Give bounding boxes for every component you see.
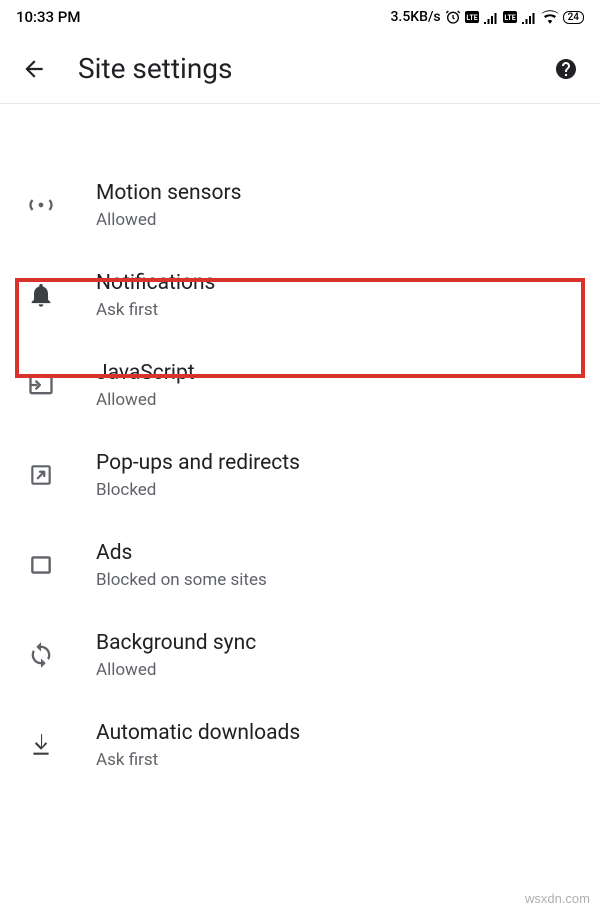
- javascript-icon: [26, 370, 56, 400]
- setting-status: Ask first: [96, 300, 580, 320]
- setting-title: Notifications: [96, 270, 580, 297]
- partial-item-top: [0, 94, 600, 120]
- setting-popups[interactable]: Pop-ups and redirects Blocked: [0, 430, 600, 520]
- setting-text: JavaScript Allowed: [96, 360, 580, 409]
- signal-icon-1: [483, 11, 499, 24]
- setting-status: Ask first: [96, 750, 580, 770]
- setting-text: Automatic downloads Ask first: [96, 720, 580, 769]
- bell-icon: [26, 280, 56, 310]
- volte-icon-1: LTE: [465, 11, 479, 23]
- setting-text: Background sync Allowed: [96, 630, 580, 679]
- status-right: 3.5KB/s LTE LTE 24: [390, 9, 584, 25]
- battery-indicator: 24: [563, 11, 584, 24]
- setting-status: Blocked on some sites: [96, 570, 580, 590]
- setting-title: Background sync: [96, 630, 580, 657]
- setting-title: Pop-ups and redirects: [96, 450, 580, 477]
- help-button[interactable]: [552, 55, 580, 83]
- setting-text: Motion sensors Allowed: [96, 180, 580, 229]
- svg-text:LTE: LTE: [504, 14, 515, 22]
- watermark: wsxdn.com: [525, 891, 590, 906]
- motion-sensor-icon: [26, 190, 56, 220]
- status-bar: 10:33 PM 3.5KB/s LTE LTE 24: [0, 0, 600, 34]
- data-rate: 3.5KB/s: [390, 9, 440, 25]
- setting-title: Motion sensors: [96, 180, 580, 207]
- setting-title: Automatic downloads: [96, 720, 580, 747]
- back-button[interactable]: [20, 55, 48, 83]
- setting-status: Blocked: [96, 480, 580, 500]
- setting-background-sync[interactable]: Background sync Allowed: [0, 610, 600, 700]
- volte-icon-2: LTE: [503, 11, 517, 23]
- setting-status: Allowed: [96, 210, 580, 230]
- setting-automatic-downloads[interactable]: Automatic downloads Ask first: [0, 700, 600, 790]
- setting-text: Pop-ups and redirects Blocked: [96, 450, 580, 499]
- setting-javascript[interactable]: JavaScript Allowed: [0, 340, 600, 430]
- svg-text:LTE: LTE: [466, 14, 477, 22]
- setting-motion-sensors[interactable]: Motion sensors Allowed: [0, 160, 600, 250]
- setting-ads[interactable]: Ads Blocked on some sites: [0, 520, 600, 610]
- setting-notifications[interactable]: Notifications Ask first: [0, 250, 600, 340]
- sync-icon: [26, 640, 56, 670]
- settings-list: Motion sensors Allowed Notifications Ask…: [0, 94, 600, 790]
- ads-icon: [26, 550, 56, 580]
- setting-text: Ads Blocked on some sites: [96, 540, 580, 589]
- setting-status: Allowed: [96, 390, 580, 410]
- status-time: 10:33 PM: [16, 8, 80, 26]
- download-icon: [26, 730, 56, 760]
- setting-title: JavaScript: [96, 360, 580, 387]
- alarm-icon: [445, 9, 461, 25]
- popup-icon: [26, 460, 56, 490]
- setting-text: Notifications Ask first: [96, 270, 580, 319]
- setting-status: Allowed: [96, 660, 580, 680]
- signal-icon-2: [521, 11, 537, 24]
- setting-title: Ads: [96, 540, 580, 567]
- wifi-icon: [541, 10, 559, 24]
- page-title: Site settings: [78, 52, 522, 85]
